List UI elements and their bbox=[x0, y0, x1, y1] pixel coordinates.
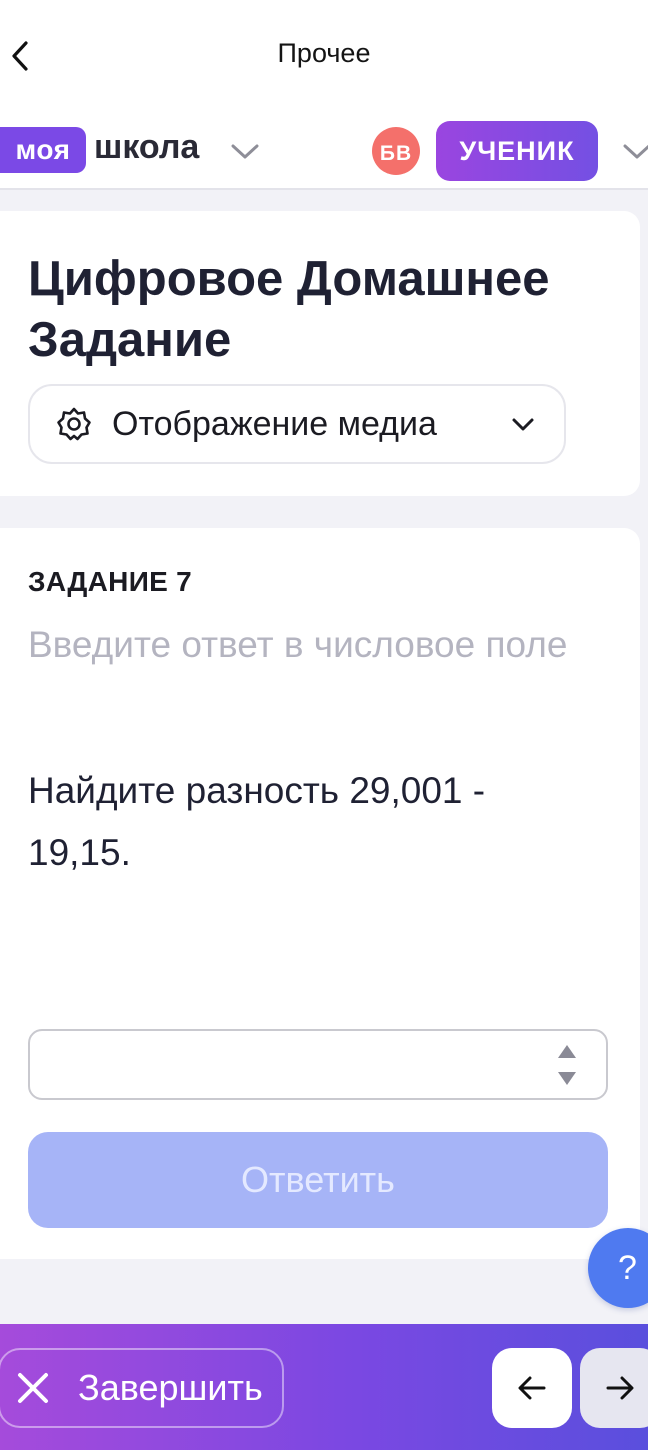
answer-number-field[interactable] bbox=[28, 1029, 608, 1100]
media-display-label: Отображение медиа bbox=[112, 404, 437, 443]
finish-label: Завершить bbox=[78, 1367, 263, 1408]
task-hint: Введите ответ в числовое поле bbox=[28, 624, 568, 665]
page-title: Прочее bbox=[277, 38, 371, 68]
number-spinner[interactable] bbox=[558, 1045, 576, 1085]
bottom-bar: Завершить bbox=[0, 1324, 648, 1450]
homework-title: Цифровое Домашнее Задание bbox=[28, 252, 550, 367]
submit-answer-button[interactable]: Ответить bbox=[28, 1132, 608, 1228]
arrow-right-icon bbox=[606, 1376, 634, 1400]
close-icon bbox=[18, 1373, 48, 1403]
logo-text[interactable]: школа bbox=[94, 128, 199, 167]
gear-icon bbox=[57, 407, 91, 441]
finish-button[interactable]: Завершить bbox=[0, 1348, 284, 1428]
top-bar: Прочее bbox=[0, 0, 648, 110]
role-button[interactable]: УЧЕНИК bbox=[436, 121, 598, 181]
task-card: ЗАДАНИЕ 7 Введите ответ в числовое поле … bbox=[0, 528, 640, 1259]
logo-pill[interactable]: моя bbox=[0, 127, 86, 173]
task-question: Найдите разность 29,001 - 19,15. bbox=[28, 770, 486, 873]
increment-icon[interactable] bbox=[558, 1045, 576, 1058]
chevron-down-icon bbox=[512, 418, 534, 431]
decrement-icon[interactable] bbox=[558, 1072, 576, 1085]
homework-card: Цифровое Домашнее Задание Отображение ме… bbox=[0, 211, 640, 496]
prev-task-button[interactable] bbox=[492, 1348, 572, 1428]
task-number: ЗАДАНИЕ 7 bbox=[28, 566, 193, 597]
page: Прочее моя школа БВ УЧЕНИК Цифровое Дома… bbox=[0, 0, 648, 1450]
chevron-down-icon[interactable] bbox=[228, 138, 262, 164]
avatar[interactable]: БВ bbox=[372, 127, 420, 175]
header: моя школа БВ УЧЕНИК bbox=[0, 110, 648, 190]
media-display-select[interactable]: Отображение медиа bbox=[28, 384, 566, 464]
answer-input[interactable] bbox=[30, 1031, 606, 1098]
arrow-left-icon bbox=[518, 1376, 546, 1400]
chevron-down-icon[interactable] bbox=[620, 138, 648, 164]
next-task-button[interactable] bbox=[580, 1348, 648, 1428]
question-icon: ? bbox=[618, 1248, 637, 1287]
